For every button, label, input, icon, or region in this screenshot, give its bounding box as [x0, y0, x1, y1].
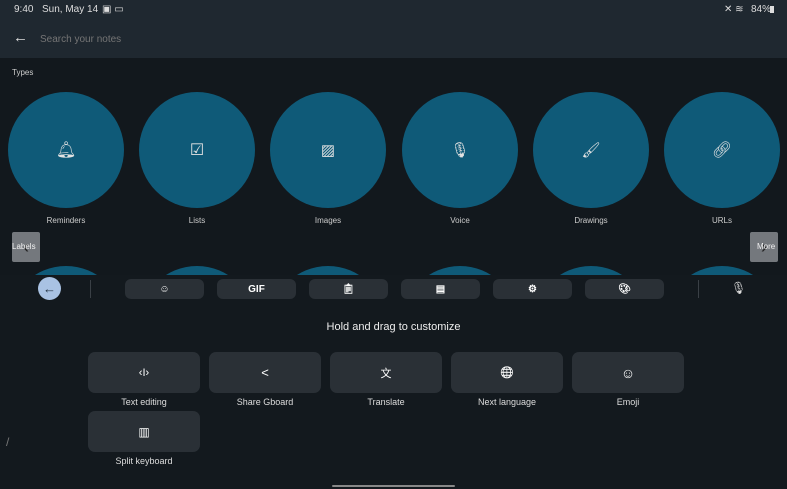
next-language-tile[interactable]: 🌐 — [451, 352, 563, 393]
palette-icon: 🎨︎ — [618, 283, 631, 295]
search-input[interactable] — [40, 29, 640, 49]
label-chip[interactable] — [270, 266, 386, 275]
mic-icon[interactable]: 🎙︎ — [731, 281, 746, 295]
customize-hint: Hold and drag to customize — [326, 321, 461, 333]
battery-icon — [770, 6, 774, 13]
gear-icon: ⚙ — [528, 283, 537, 295]
main-content: Types 🔔︎ ☑ ▨ 🎙︎ 🖌︎ 🔗︎ Reminders Lists Im… — [0, 58, 787, 275]
type-label: Reminders — [46, 216, 86, 225]
sticker-button[interactable]: ☺ — [125, 279, 204, 299]
gif-button[interactable]: GIF — [217, 279, 296, 299]
divider — [698, 280, 699, 298]
tile-label: Share Gboard — [236, 397, 294, 407]
type-lists[interactable]: ☑ — [139, 92, 255, 208]
brush-icon: 🖌︎ — [581, 142, 601, 159]
type-label: Lists — [188, 216, 206, 225]
label-chip[interactable] — [533, 266, 649, 275]
back-arrow-icon[interactable]: ← — [13, 29, 28, 46]
status-date: Sun, May 14 — [42, 4, 99, 15]
type-label: URLs — [711, 216, 732, 225]
divider — [90, 280, 91, 298]
status-bar: 9:40 Sun, May 14 ▣ ▭ ✕ ≋ 84% — [0, 0, 787, 20]
split-keyboard-tile[interactable]: ▥ — [88, 411, 200, 452]
label-chip[interactable] — [139, 266, 255, 275]
type-label: Images — [314, 216, 342, 225]
types-heading: Types — [12, 68, 34, 77]
back-arrow-icon: ← — [43, 281, 56, 296]
gif-icon: GIF — [248, 283, 265, 295]
tile-label: Next language — [477, 397, 537, 407]
search-bar: ← — [0, 20, 787, 58]
battery-level: 84% — [751, 4, 772, 15]
text-cursor-icon: ‹I› — [138, 366, 150, 379]
label-chip[interactable] — [8, 266, 124, 275]
translate-tile[interactable]: 文 — [330, 352, 442, 393]
mic-icon: 🎙︎ — [450, 142, 470, 159]
keyboard: ← ☺ GIF 📋︎ ▤ ⚙ 🎨︎ 🎙︎ Hold and drag to cu… — [0, 275, 787, 489]
pen-icon: / — [6, 435, 10, 449]
type-drawings[interactable]: 🖌︎ — [533, 92, 649, 208]
sticker-icon: ☺ — [159, 283, 170, 295]
tile-label: Translate — [367, 397, 405, 407]
tile-label: Text editing — [121, 397, 167, 407]
split-keyboard-icon: ▥ — [138, 424, 150, 439]
clipboard-button[interactable]: 📋︎ — [309, 279, 388, 299]
theme-button[interactable]: 🎨︎ — [585, 279, 664, 299]
keyboard-mode-button[interactable]: ▤ — [401, 279, 480, 299]
label-chip[interactable] — [402, 266, 518, 275]
image-icon: ▨ — [320, 142, 336, 159]
labels-heading: Labels — [12, 242, 36, 251]
type-label: Drawings — [574, 216, 608, 225]
type-images[interactable]: ▨ — [270, 92, 386, 208]
tile-label: Split keyboard — [115, 456, 173, 466]
labels-more[interactable]: More — [757, 242, 775, 251]
emoji-tile[interactable]: ☺ — [572, 352, 684, 393]
label-chip[interactable] — [664, 266, 780, 275]
gesture-handle[interactable] — [332, 485, 455, 487]
bell-icon: 🔔︎ — [55, 142, 77, 159]
tile-label: Emoji — [616, 397, 640, 407]
checkbox-icon: ☑ — [189, 142, 205, 159]
gallery-notification-icon: ▣ ▭ — [102, 4, 124, 15]
link-icon: 🔗︎ — [711, 142, 733, 159]
emoji-icon: ☺ — [620, 364, 636, 381]
type-reminders[interactable]: 🔔︎ — [8, 92, 124, 208]
settings-button[interactable]: ⚙ — [493, 279, 572, 299]
type-urls[interactable]: 🔗︎ — [664, 92, 780, 208]
globe-icon: 🌐 — [500, 367, 514, 379]
keyboard-back-button[interactable]: ← — [38, 277, 61, 300]
type-voice[interactable]: 🎙︎ — [402, 92, 518, 208]
status-time: 9:40 — [14, 4, 34, 15]
translate-icon: 文 — [380, 367, 392, 380]
clipboard-icon: 📋︎ — [342, 283, 355, 295]
text-editing-tile[interactable]: ‹I› — [88, 352, 200, 393]
signal-icon: ✕ ≋ — [724, 4, 744, 15]
type-label: Voice — [450, 216, 470, 225]
share-gboard-tile[interactable]: < — [209, 352, 321, 393]
keyboard-icon: ▤ — [435, 283, 446, 295]
share-icon: < — [261, 365, 269, 380]
